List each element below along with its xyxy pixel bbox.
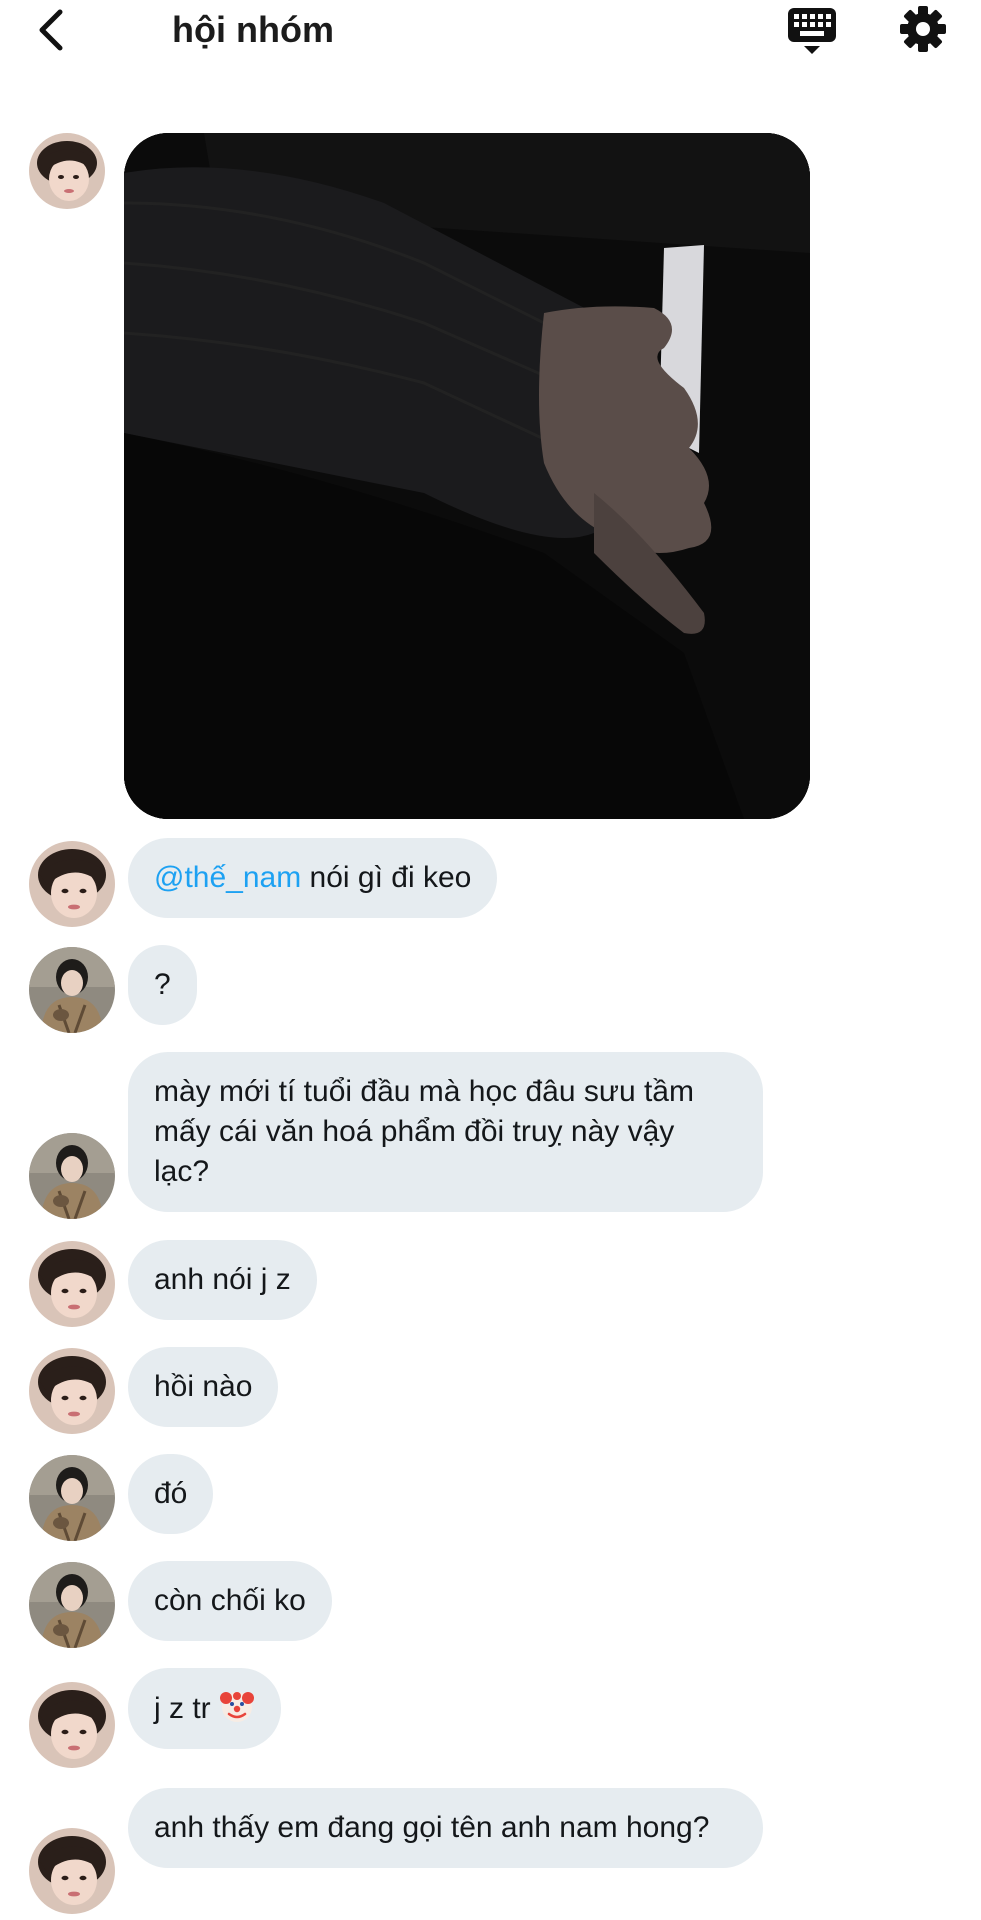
- message-bubble[interactable]: mày mới tí tuổi đầu mà học đâu sưu tầm m…: [128, 1052, 763, 1212]
- message-text: hồi nào: [154, 1370, 253, 1403]
- avatar[interactable]: [29, 1682, 115, 1768]
- clown-face-icon: [220, 1692, 255, 1722]
- message-text: mày mới tí tuổi đầu mà học đâu sưu tầm m…: [154, 1075, 703, 1188]
- avatar[interactable]: [29, 1455, 115, 1541]
- keyboard-icon[interactable]: [786, 4, 838, 56]
- avatar[interactable]: [29, 947, 115, 1033]
- message-bubble[interactable]: @thế_nam nói gì đi keo: [128, 838, 498, 918]
- shared-photo[interactable]: [124, 133, 810, 819]
- message-bubble[interactable]: còn chối ko: [128, 1561, 332, 1641]
- message-text: đó: [154, 1477, 188, 1510]
- message-text: ?: [154, 968, 171, 1001]
- message-text: nói gì đi keo: [301, 861, 472, 894]
- message-bubble[interactable]: ?: [128, 945, 197, 1025]
- conversation-title: hội nhóm: [172, 9, 334, 50]
- avatar[interactable]: [29, 1133, 115, 1219]
- chat-header: hội nhóm: [0, 0, 981, 66]
- message-text: j z tr: [154, 1692, 211, 1725]
- avatar[interactable]: [29, 1348, 115, 1434]
- chevron-left-icon[interactable]: [30, 4, 78, 56]
- message-bubble[interactable]: hồi nào: [128, 1347, 279, 1427]
- message-bubble[interactable]: j z tr: [128, 1668, 282, 1749]
- message-text: anh nói j z: [154, 1263, 291, 1296]
- message-text: còn chối ko: [154, 1584, 306, 1617]
- avatar[interactable]: [29, 1562, 115, 1648]
- message-bubble[interactable]: anh thấy em đang gọi tên anh nam hong?: [128, 1788, 763, 1868]
- gear-icon[interactable]: [898, 4, 948, 54]
- avatar[interactable]: [29, 1828, 115, 1914]
- user-mention-link[interactable]: @thế_nam: [154, 861, 301, 894]
- avatar[interactable]: [29, 1241, 115, 1327]
- message-text: anh thấy em đang gọi tên anh nam hong?: [154, 1811, 710, 1844]
- message-bubble[interactable]: anh nói j z: [128, 1240, 317, 1320]
- avatar[interactable]: [29, 133, 105, 209]
- message-bubble[interactable]: đó: [128, 1454, 214, 1534]
- avatar[interactable]: [29, 841, 115, 927]
